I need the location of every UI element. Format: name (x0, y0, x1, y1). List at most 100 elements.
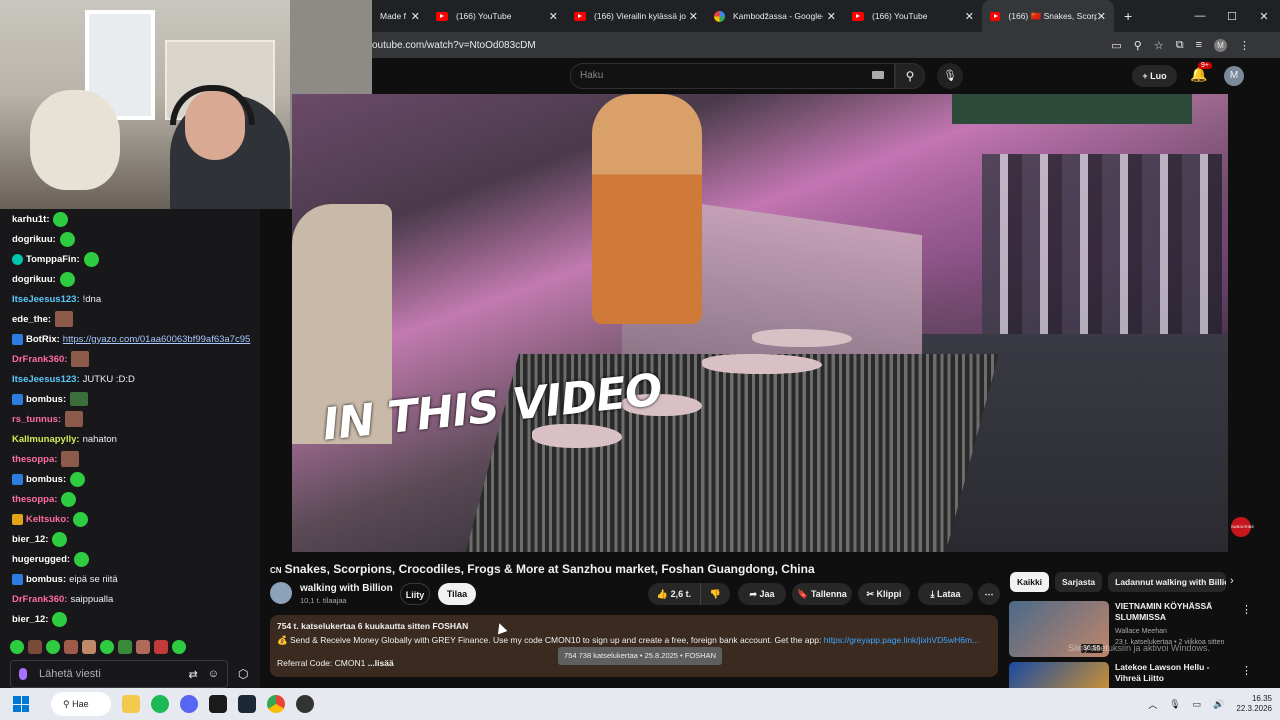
mic-icon[interactable] (19, 668, 27, 680)
profile-avatar[interactable]: M (1214, 38, 1227, 52)
chat-username[interactable]: TomppaFin: (26, 254, 80, 265)
minimize-icon[interactable]: — (1184, 10, 1216, 22)
chat-username[interactable]: rs_tunnus: (12, 414, 61, 425)
tab-1[interactable]: (166) YouTube ✕ (428, 0, 566, 32)
close-window-icon[interactable]: ✕ (1248, 10, 1280, 23)
rec-title[interactable]: VIETNAMIN KÖYHÄSSÄ SLUMMISSA (1115, 601, 1235, 623)
search-icon[interactable]: ⚲ (895, 63, 925, 89)
spotify-icon[interactable] (151, 695, 169, 713)
translate-icon[interactable]: ⇄ (189, 668, 198, 681)
description-link[interactable]: https://greyapp.page.link/jixhVD5wH6m... (824, 635, 979, 645)
chat-username[interactable]: DrFrank360: (12, 354, 67, 365)
chat-username[interactable]: bombus: (26, 394, 66, 405)
chat-username[interactable]: bombus: (26, 474, 66, 485)
channel-avatar[interactable] (270, 582, 292, 604)
chat-username[interactable]: Keltsuko: (26, 514, 69, 525)
chip-all[interactable]: Kaikki (1010, 572, 1050, 592)
subscribe-button[interactable]: Tilaa (438, 583, 476, 605)
yt-avatar[interactable]: M (1224, 66, 1244, 86)
taskbar-search[interactable]: ⚲ Hae (51, 692, 111, 716)
chat-link[interactable]: https://gyazo.com/01aa60063bf99af63a7c95 (63, 334, 251, 345)
notification-badge: 9+ (1198, 62, 1212, 69)
chat-username[interactable]: ItseJeesus123: (12, 294, 80, 305)
maximize-icon[interactable]: ☐ (1216, 10, 1248, 23)
more-actions-button[interactable]: ⋯ (978, 583, 1000, 605)
chat-username[interactable]: dogrikuu: (12, 234, 56, 245)
chrome-icon[interactable] (267, 695, 285, 713)
windows-start-icon[interactable] (13, 696, 29, 712)
app-x-icon[interactable] (209, 695, 227, 713)
network-icon[interactable]: ▭ (1193, 699, 1202, 710)
chat-username[interactable]: hugerugged: (12, 554, 70, 565)
extensions-icon[interactable]: ⧉ (1176, 39, 1184, 52)
search-input[interactable]: Haku (570, 63, 895, 89)
kebab-menu-icon[interactable]: ⋮ (1241, 664, 1252, 677)
close-icon[interactable]: ✕ (411, 10, 420, 23)
chat-username[interactable]: ItseJeesus123: (12, 374, 80, 385)
rec-title[interactable]: Latekoe Lawson Hellu - Vihreä Liitto (1115, 662, 1235, 684)
close-icon[interactable]: ✕ (827, 10, 836, 23)
chat-username[interactable]: bier_12: (12, 534, 48, 545)
show-more-link[interactable]: ...lisää (368, 658, 394, 668)
zoom-icon[interactable]: ⚲ (1134, 39, 1142, 52)
bits-icon[interactable]: ⬡ (238, 667, 248, 681)
steam-icon[interactable] (238, 695, 256, 713)
like-button[interactable]: 👍 2,6 t. (648, 583, 700, 605)
voice-search-icon[interactable]: 🎙 (937, 63, 963, 89)
kebab-menu-icon[interactable]: ⋮ (1241, 603, 1252, 616)
chat-username[interactable]: karhu1t: (12, 214, 49, 225)
chevron-right-icon[interactable]: › (1230, 575, 1234, 587)
channel-name[interactable]: walking with Billion (300, 583, 393, 594)
tab-3[interactable]: Kambodžassa - Google-h ✕ (706, 0, 844, 32)
mic-tray-icon[interactable]: 🎙 (1169, 699, 1180, 710)
close-icon[interactable]: ✕ (1097, 10, 1106, 23)
close-icon[interactable]: ✕ (965, 10, 974, 23)
new-tab-button[interactable]: + (1124, 8, 1132, 24)
chip-series[interactable]: Sarjasta (1055, 572, 1103, 592)
menu-icon[interactable]: ⋮ (1239, 39, 1250, 52)
emote-row[interactable] (10, 640, 186, 654)
tab-2[interactable]: (166) Vierailin kylässä joss ✕ (566, 0, 706, 32)
tab-5-active[interactable]: (166) 🇨🇳 Snakes, Scorpion ✕ (982, 0, 1114, 32)
volume-icon[interactable]: 🔊 (1213, 699, 1224, 710)
video-description[interactable]: 754 t. katselukertaa 6 kuukautta sitten … (270, 615, 998, 677)
download-button[interactable]: ⤓ Lataa (918, 583, 973, 605)
cast-icon[interactable]: ▭ (1111, 39, 1121, 52)
dislike-button[interactable]: 👎 (700, 583, 730, 605)
chat-username[interactable]: thesoppa: (12, 454, 57, 465)
chat-username[interactable]: BotRix: (26, 334, 60, 345)
obs-icon[interactable] (296, 695, 314, 713)
video-player[interactable]: IN THIS VIDEO (292, 94, 1228, 552)
close-icon[interactable]: ✕ (549, 10, 558, 23)
clip-button[interactable]: ✂ Klippi (858, 583, 910, 605)
chat-username[interactable]: bier_12: (12, 614, 48, 625)
tab-0[interactable]: Made f ✕ (372, 0, 428, 32)
emoji-icon[interactable]: ☺ (208, 668, 219, 681)
chevron-up-icon[interactable]: ︿ (1148, 698, 1157, 711)
clock[interactable]: 16.35 22.3.2026 (1236, 694, 1272, 714)
join-button[interactable]: Liity (400, 583, 430, 605)
chat-username[interactable]: bombus: (26, 574, 66, 585)
chat-username[interactable]: dogrikuu: (12, 274, 56, 285)
bookmark-star-icon[interactable]: ☆ (1154, 39, 1164, 52)
file-explorer-icon[interactable] (122, 695, 140, 713)
chip-channel[interactable]: Ladannut walking with Billion (1108, 572, 1227, 592)
url-field[interactable]: outube.com/watch?v=NtoOd083cDM (372, 40, 536, 51)
save-button[interactable]: 🔖 Tallenna (792, 583, 852, 605)
media-icon[interactable]: ≡ (1196, 39, 1202, 51)
chat-username[interactable]: thesoppa: (12, 494, 57, 505)
chat-username[interactable]: Kallmunapylly: (12, 434, 80, 445)
tab-4[interactable]: (166) YouTube ✕ (844, 0, 982, 32)
channel-watermark-icon[interactable]: SUBSCRIBE (1231, 517, 1254, 537)
keyboard-icon[interactable] (872, 71, 884, 79)
discord-icon[interactable] (180, 695, 198, 713)
share-button[interactable]: ➦ Jaa (738, 583, 786, 605)
chat-input[interactable]: Lähetä viesti ⇄ ☺ (10, 660, 228, 688)
close-icon[interactable]: ✕ (689, 10, 698, 23)
recommended-video[interactable]: Latekoe Lawson Hellu - Vihreä Liitto ⋮ (1009, 662, 1269, 688)
video-thumbnail[interactable] (1009, 662, 1109, 688)
create-button[interactable]: + Luo (1132, 65, 1177, 87)
chat-emote-icon (71, 351, 90, 367)
chat-username[interactable]: ede_the: (12, 314, 51, 325)
chat-username[interactable]: DrFrank360: (12, 594, 67, 605)
